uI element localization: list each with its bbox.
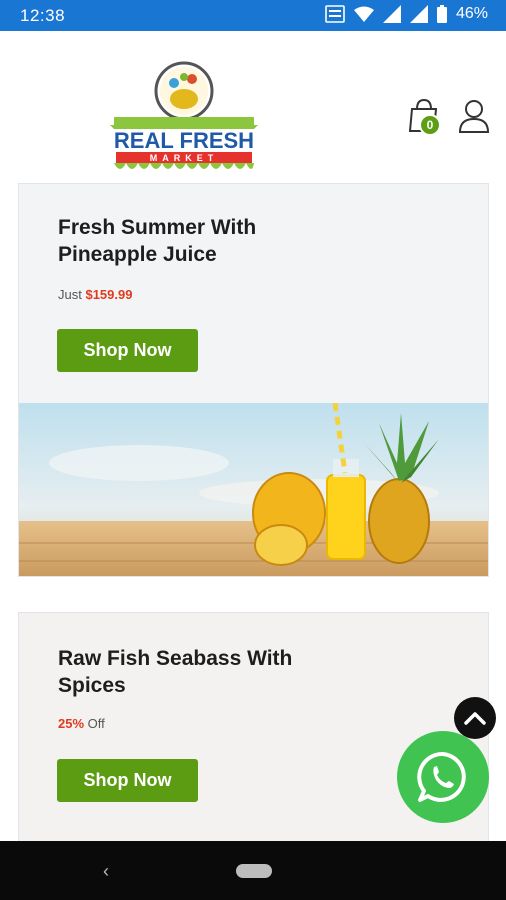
- banner-title: Fresh Summer With Pineapple Juice: [58, 216, 257, 266]
- discount-suffix: Off: [87, 716, 105, 731]
- pineapple-juice-image: [19, 403, 488, 576]
- status-time: 12:38: [20, 6, 66, 25]
- shop-now-button[interactable]: Shop Now: [57, 329, 198, 372]
- battery-icon: [436, 5, 447, 23]
- home-pill-icon[interactable]: [236, 864, 272, 878]
- svg-text:MARKET: MARKET: [150, 153, 219, 163]
- cart-count-badge: 0: [419, 114, 441, 136]
- back-icon[interactable]: ‹: [103, 861, 109, 882]
- logo-text: REAL FRESH: [114, 128, 254, 153]
- price-prefix: Just: [58, 287, 82, 302]
- app-header: REAL FRESH MARKET 0: [0, 31, 506, 181]
- system-nav-bar: ‹: [0, 841, 506, 900]
- status-bar: 12:38 46%: [0, 0, 506, 31]
- banner-price: Just $159.99: [58, 287, 132, 302]
- signal-icon: [382, 5, 401, 23]
- user-icon[interactable]: [458, 99, 490, 133]
- banner-discount: 25% Off: [58, 716, 105, 731]
- banner-title: Raw Fish Seabass With Spices: [58, 647, 293, 697]
- wifi-icon: [353, 6, 374, 22]
- signal-icon-2: [409, 5, 428, 23]
- promo-banner-pineapple[interactable]: Fresh Summer With Pineapple Juice Just $…: [18, 183, 489, 577]
- shop-now-button[interactable]: Shop Now: [57, 759, 198, 802]
- whatsapp-button[interactable]: [397, 731, 489, 823]
- price-value: $159.99: [85, 287, 133, 302]
- notification-icon: [325, 5, 345, 23]
- discount-value: 25%: [58, 716, 85, 731]
- brand-logo[interactable]: REAL FRESH MARKET: [108, 59, 260, 177]
- chevron-up-icon: [464, 712, 486, 725]
- battery-percent: 46%: [455, 5, 488, 22]
- whatsapp-icon: [417, 751, 466, 802]
- scroll-to-top-button[interactable]: [454, 697, 496, 739]
